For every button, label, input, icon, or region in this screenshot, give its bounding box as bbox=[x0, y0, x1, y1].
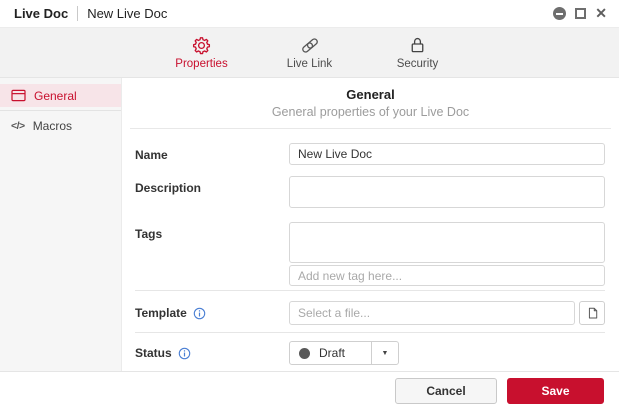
sidebar-divider bbox=[0, 110, 121, 111]
sidebar-item-general[interactable]: General bbox=[0, 84, 121, 107]
browse-file-button[interactable] bbox=[579, 301, 605, 325]
info-icon bbox=[178, 347, 191, 360]
window-icon bbox=[11, 89, 26, 102]
minimize-icon[interactable] bbox=[553, 7, 567, 20]
name-field[interactable] bbox=[289, 143, 605, 165]
page-subtitle: General properties of your Live Doc bbox=[271, 105, 470, 119]
tags-label: Tags bbox=[135, 227, 163, 241]
footer-bar: Cancel Save bbox=[0, 371, 619, 409]
status-dropdown[interactable]: Draft ▼ bbox=[289, 341, 399, 365]
cancel-button[interactable]: Cancel bbox=[395, 377, 497, 404]
chevron-down-icon[interactable]: ▼ bbox=[371, 342, 398, 364]
status-label: Status bbox=[135, 346, 172, 360]
save-button[interactable]: Save bbox=[507, 377, 604, 404]
name-label: Name bbox=[135, 148, 168, 162]
section-divider bbox=[135, 332, 605, 333]
tab-properties[interactable]: Properties bbox=[166, 35, 238, 70]
template-row: Template bbox=[135, 301, 605, 325]
title-divider bbox=[77, 6, 79, 21]
name-row: Name bbox=[135, 143, 605, 165]
sidebar: General </> Macros bbox=[0, 78, 122, 371]
tab-properties-label: Properties bbox=[175, 58, 228, 70]
tags-row: Tags bbox=[135, 222, 605, 286]
properties-form: Name Description Tags bbox=[122, 129, 619, 371]
template-label: Template bbox=[135, 306, 187, 320]
status-label-group: Status bbox=[135, 341, 289, 365]
code-icon: </> bbox=[11, 119, 25, 132]
link-icon bbox=[299, 35, 321, 56]
copy-file-icon bbox=[586, 306, 599, 320]
close-icon[interactable]: ✕ bbox=[595, 6, 607, 20]
lock-icon bbox=[407, 35, 428, 56]
tab-security[interactable]: Security bbox=[382, 35, 454, 70]
document-title: New Live Doc bbox=[87, 6, 168, 21]
description-field[interactable] bbox=[289, 176, 605, 208]
tags-list-box[interactable] bbox=[289, 222, 605, 263]
content-header: General General properties of your Live … bbox=[130, 78, 611, 129]
sidebar-item-macros[interactable]: </> Macros bbox=[0, 114, 121, 137]
title-bar: Live Doc New Live Doc ✕ bbox=[0, 0, 619, 28]
content-panel: General General properties of your Live … bbox=[122, 78, 619, 371]
template-label-group: Template bbox=[135, 301, 289, 325]
page-title: General bbox=[346, 87, 395, 102]
maximize-icon[interactable] bbox=[575, 8, 587, 19]
tab-security-label: Security bbox=[396, 58, 439, 70]
description-label: Description bbox=[135, 181, 202, 195]
description-row: Description bbox=[135, 176, 605, 211]
tab-bar: Properties Live Link Security bbox=[0, 28, 619, 78]
gear-icon bbox=[191, 35, 212, 56]
status-dot-icon bbox=[299, 347, 310, 359]
tab-live-link[interactable]: Live Link bbox=[274, 35, 346, 70]
template-file-input[interactable] bbox=[289, 301, 575, 325]
section-divider bbox=[135, 290, 605, 291]
dialog-body: General </> Macros General General prope… bbox=[0, 78, 619, 371]
sidebar-item-general-label: General bbox=[34, 88, 77, 103]
status-dropdown-value: Draft bbox=[290, 342, 371, 364]
info-icon bbox=[193, 307, 206, 320]
app-title: Live Doc bbox=[14, 6, 69, 21]
tab-live-link-label: Live Link bbox=[286, 58, 333, 70]
status-value-label: Draft bbox=[319, 346, 346, 360]
status-row: Status Draft ▼ bbox=[135, 341, 605, 365]
sidebar-item-macros-label: Macros bbox=[32, 118, 73, 133]
window-controls: ✕ bbox=[553, 6, 607, 20]
add-tag-input[interactable] bbox=[289, 265, 605, 286]
